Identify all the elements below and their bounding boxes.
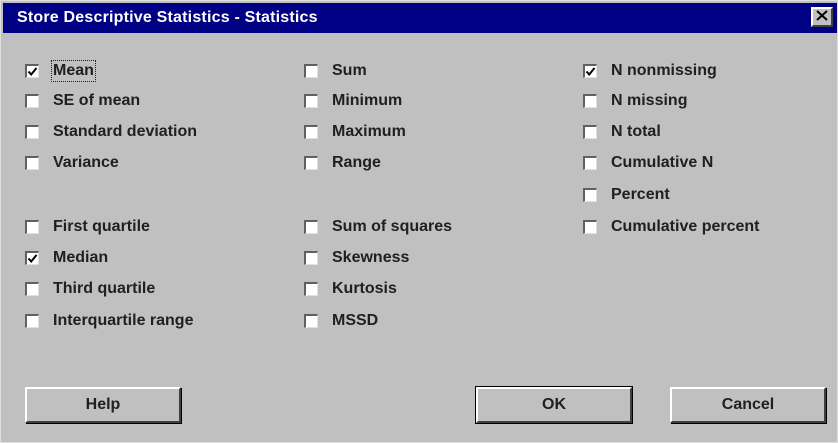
option-label: MSSD <box>332 312 379 329</box>
option-variance[interactable]: Variance <box>25 151 119 175</box>
checkbox-mean[interactable] <box>25 64 39 78</box>
option-label: Kurtosis <box>332 280 397 297</box>
checkbox-interquartile-range[interactable] <box>25 314 39 328</box>
ok-button[interactable]: OK <box>475 386 633 424</box>
option-label: Mean <box>51 60 96 82</box>
checkbox-n-missing[interactable] <box>583 94 597 108</box>
option-label: Skewness <box>332 249 410 266</box>
option-sum-of-squares[interactable]: Sum of squares <box>304 215 452 239</box>
checkbox-cumulative-n[interactable] <box>583 156 597 170</box>
checkbox-n-total[interactable] <box>583 125 597 139</box>
window-title: Store Descriptive Statistics - Statistic… <box>17 9 318 26</box>
option-n-nonmissing[interactable]: N nonmissing <box>583 59 717 83</box>
option-n-total[interactable]: N total <box>583 120 661 144</box>
option-first-quartile[interactable]: First quartile <box>25 215 150 239</box>
cancel-button[interactable]: Cancel <box>670 387 826 423</box>
checkbox-percent[interactable] <box>583 188 597 202</box>
checkbox-mssd[interactable] <box>304 314 318 328</box>
option-label: Sum of squares <box>332 218 453 235</box>
option-label: Third quartile <box>53 280 156 297</box>
checkbox-sum[interactable] <box>304 64 318 78</box>
option-cumulative-n[interactable]: Cumulative N <box>583 151 713 175</box>
checkbox-se-of-mean[interactable] <box>25 94 39 108</box>
option-kurtosis[interactable]: Kurtosis <box>304 277 397 301</box>
option-label: N total <box>611 123 661 140</box>
option-minimum[interactable]: Minimum <box>304 89 402 113</box>
checkbox-n-nonmissing[interactable] <box>583 64 597 78</box>
option-se-of-mean[interactable]: SE of mean <box>25 89 140 113</box>
close-button[interactable] <box>811 7 833 27</box>
checkmark-icon <box>585 67 596 77</box>
option-label: Range <box>332 154 381 171</box>
checkbox-skewness[interactable] <box>304 251 318 265</box>
title-bar[interactable]: Store Descriptive Statistics - Statistic… <box>3 3 837 33</box>
checkbox-std-dev[interactable] <box>25 125 39 139</box>
checkbox-minimum[interactable] <box>304 94 318 108</box>
checkbox-cumulative-percent[interactable] <box>583 220 597 234</box>
option-label: SE of mean <box>53 92 141 109</box>
option-median[interactable]: Median <box>25 246 108 270</box>
option-percent[interactable]: Percent <box>583 183 670 207</box>
checkmark-icon <box>27 67 38 77</box>
option-mean[interactable]: Mean <box>25 59 96 83</box>
option-label: Percent <box>611 186 670 203</box>
option-label: Interquartile range <box>53 312 194 329</box>
option-label: Sum <box>332 62 367 79</box>
option-mssd[interactable]: MSSD <box>304 309 378 333</box>
option-third-quartile[interactable]: Third quartile <box>25 277 155 301</box>
checkbox-median[interactable] <box>25 251 39 265</box>
option-label: Cumulative percent <box>611 218 760 235</box>
checkbox-range[interactable] <box>304 156 318 170</box>
checkbox-sum-of-squares[interactable] <box>304 220 318 234</box>
option-label: Maximum <box>332 123 406 140</box>
option-label: Median <box>53 249 109 266</box>
option-sum[interactable]: Sum <box>304 59 367 83</box>
option-label: Minimum <box>332 92 403 109</box>
option-maximum[interactable]: Maximum <box>304 120 406 144</box>
option-label: N missing <box>611 92 688 109</box>
checkmark-icon <box>27 254 38 264</box>
option-skewness[interactable]: Skewness <box>304 246 409 270</box>
option-cumulative-percent[interactable]: Cumulative percent <box>583 215 759 239</box>
checkbox-variance[interactable] <box>25 156 39 170</box>
help-button[interactable]: Help <box>25 387 181 423</box>
option-label: First quartile <box>53 218 150 235</box>
option-std-dev[interactable]: Standard deviation <box>25 120 197 144</box>
close-icon <box>816 8 828 26</box>
checkbox-first-quartile[interactable] <box>25 220 39 234</box>
checkbox-third-quartile[interactable] <box>25 282 39 296</box>
checkbox-kurtosis[interactable] <box>304 282 318 296</box>
option-interquartile-range[interactable]: Interquartile range <box>25 309 193 333</box>
checkbox-maximum[interactable] <box>304 125 318 139</box>
dialog-window: Store Descriptive Statistics - Statistic… <box>0 0 838 443</box>
option-label: Variance <box>53 154 119 171</box>
option-range[interactable]: Range <box>304 151 381 175</box>
option-label: N nonmissing <box>611 62 717 79</box>
option-label: Cumulative N <box>611 154 714 171</box>
option-label: Standard deviation <box>53 123 198 140</box>
option-n-missing[interactable]: N missing <box>583 89 687 113</box>
